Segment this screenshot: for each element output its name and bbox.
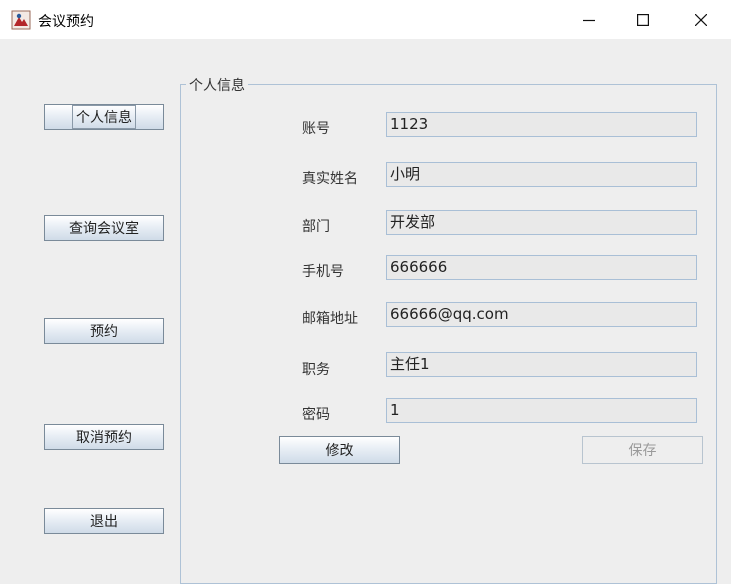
- exit-button[interactable]: 退出: [44, 508, 164, 534]
- edit-button[interactable]: 修改: [279, 436, 400, 464]
- maximize-button[interactable]: [620, 0, 666, 39]
- minimize-icon: [583, 19, 595, 21]
- exit-button-label: 退出: [90, 514, 118, 530]
- password-label: 密码: [302, 407, 330, 423]
- query-room-button[interactable]: 查询会议室: [44, 215, 164, 241]
- real-name-label: 真实姓名: [302, 171, 358, 187]
- department-field[interactable]: 开发部: [386, 210, 697, 235]
- panel-title: 个人信息: [186, 75, 248, 95]
- maximize-icon: [637, 13, 649, 26]
- save-button-label: 保存: [628, 443, 657, 459]
- cancel-reservation-button[interactable]: 取消预约: [44, 424, 164, 450]
- query-room-button-label: 查询会议室: [69, 221, 139, 237]
- minimize-button[interactable]: [566, 0, 612, 39]
- real-name-field[interactable]: 小明: [386, 162, 697, 187]
- close-icon: [695, 13, 707, 26]
- reserve-button[interactable]: 预约: [44, 318, 164, 344]
- edit-button-label: 修改: [325, 443, 354, 459]
- phone-field[interactable]: 666666: [386, 255, 697, 280]
- personal-info-button[interactable]: 个人信息: [44, 104, 164, 130]
- window-title: 会议预约: [38, 14, 94, 30]
- position-field[interactable]: 主任1: [386, 352, 697, 377]
- password-field[interactable]: 1: [386, 398, 697, 423]
- save-button[interactable]: 保存: [582, 436, 703, 464]
- email-label: 邮箱地址: [302, 311, 358, 327]
- position-label: 职务: [302, 362, 330, 378]
- phone-label: 手机号: [302, 264, 344, 280]
- cancel-reservation-button-label: 取消预约: [76, 430, 132, 446]
- department-label: 部门: [302, 219, 330, 235]
- personal-info-panel: [180, 84, 717, 584]
- personal-info-button-label: 个人信息: [72, 105, 136, 129]
- title-bar: 会议预约: [0, 0, 731, 39]
- account-label: 账号: [302, 121, 330, 137]
- reserve-button-label: 预约: [90, 324, 118, 340]
- close-button[interactable]: [678, 0, 724, 39]
- app-icon: [11, 10, 31, 30]
- account-field[interactable]: 1123: [386, 112, 697, 137]
- email-field[interactable]: 66666@qq.com: [386, 302, 697, 327]
